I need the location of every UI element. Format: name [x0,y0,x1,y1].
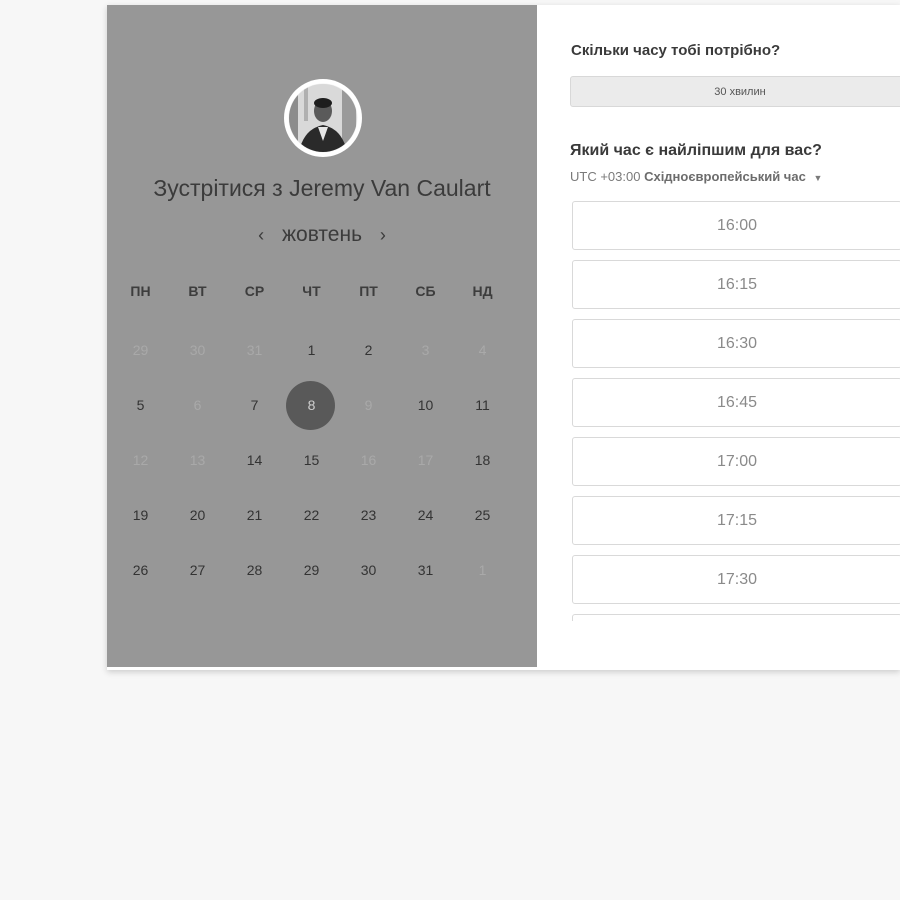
month-label: жовтень [281,223,363,246]
weekday-label: ЧТ [302,283,321,299]
calendar-day[interactable]: 27 [169,543,226,598]
calendar-day[interactable]: 15 [283,433,340,488]
time-slot-button[interactable]: 16:30 [572,319,900,368]
calendar-day[interactable]: 24 [397,488,454,543]
weekday-label: СР [244,283,265,299]
duration-question: Скільки часу тобі потрібно? [571,42,781,59]
weekday-label: НД [472,283,493,299]
calendar-day[interactable]: 1 [283,323,340,378]
chevron-down-icon: ▼ [813,173,823,183]
calendar-day[interactable]: 26 [112,543,169,598]
calendar-day[interactable]: 2 [340,323,397,378]
calendar-day: 1 [478,562,487,578]
weekday-label: ПТ [359,283,378,299]
calendar-day[interactable]: 25 [454,488,511,543]
calendar-day: 13 [189,452,206,468]
calendar-week-row: 29 30 31 1 2 3 4 [112,323,512,378]
calendar-day[interactable]: 30 [340,543,397,598]
calendar-day[interactable]: 21 [226,488,283,543]
calendar-day: 12 [132,452,149,468]
timezone-select[interactable]: UTC +03:00 Східноєвропейський час ▼ [570,169,822,184]
timezone-offset: UTC +03:00 [570,169,641,184]
calendar-day: 17 [417,452,434,468]
time-slot-list[interactable]: 16:00 16:15 16:30 16:45 17:00 17:15 17:30 [572,201,900,621]
time-slot-button[interactable]: 17:30 [572,555,900,604]
avatar [284,79,362,157]
time-question: Який час є найліпшим для вас? [570,142,822,159]
calendar-day[interactable]: 5 [112,378,169,433]
calendar-day[interactable]: 18 [454,433,511,488]
calendar-day: 29 [132,342,149,358]
calendar-day: 6 [193,397,202,413]
time-slot-button[interactable]: 17:00 [572,437,900,486]
calendar-day[interactable]: 20 [169,488,226,543]
calendar-day: 30 [189,342,206,358]
weekday-header: ПН ВТ СР ЧТ ПТ СБ НД [112,283,512,299]
calendar-day[interactable]: 11 [454,378,511,433]
calendar-day[interactable]: 29 [283,543,340,598]
calendar-day[interactable]: 23 [340,488,397,543]
calendar-day[interactable]: 7 [226,378,283,433]
time-slot-button[interactable]: 16:15 [572,260,900,309]
calendar-day: 31 [246,342,263,358]
calendar-day: 16 [360,452,377,468]
booking-card: Зустрітися з Jeremy Van Caulart ‹ жовтен… [107,5,900,670]
calendar-day: 4 [478,342,487,358]
calendar-day: 9 [364,397,373,413]
time-panel: Скільки часу тобі потрібно? 30 хвилин Як… [537,5,900,667]
weekday-label: ПН [130,283,151,299]
calendar-week-row: 12 13 14 15 16 17 18 [112,433,512,488]
calendar-day[interactable]: 19 [112,488,169,543]
time-slot-button[interactable]: 16:00 [572,201,900,250]
calendar-day[interactable]: 28 [226,543,283,598]
calendar-day[interactable]: 10 [397,378,454,433]
prev-month-button[interactable]: ‹ [246,225,276,246]
calendar-week-row: 26 27 28 29 30 31 1 [112,543,512,598]
time-slot-button[interactable]: 16:45 [572,378,900,427]
calendar-day[interactable]: 22 [283,488,340,543]
calendar-day[interactable]: 31 [397,543,454,598]
weekday-label: СБ [415,283,436,299]
timezone-name: Східноєвропейський час [644,169,806,184]
calendar-week-row: 19 20 21 22 23 24 25 [112,488,512,543]
weekday-label: ВТ [188,283,207,299]
month-navigation: ‹ жовтень › [107,223,537,247]
next-month-button[interactable]: › [368,225,398,246]
duration-select[interactable]: 30 хвилин [570,76,900,107]
calendar-panel: Зустрітися з Jeremy Van Caulart ‹ жовтен… [107,5,537,667]
time-slot-button[interactable]: 17:15 [572,496,900,545]
time-slot-button[interactable] [572,614,900,621]
calendar-day: 3 [421,342,430,358]
calendar-week-row: 5 6 7 8 9 10 11 [112,378,512,433]
calendar-day-selected[interactable]: 8 [283,378,340,433]
meeting-title: Зустрітися з Jeremy Van Caulart [153,175,491,201]
calendar-day[interactable]: 14 [226,433,283,488]
